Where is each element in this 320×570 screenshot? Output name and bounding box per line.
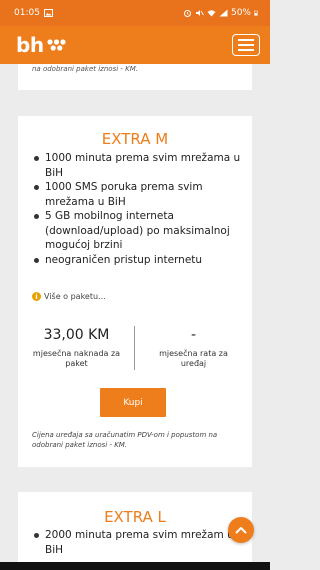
plan-features-list: 1000 minuta prema svim mrežama u BiH 100…	[32, 151, 242, 267]
feature-item: neograničen pristup internetu	[32, 253, 242, 268]
image-notification-icon	[43, 9, 53, 17]
plan-card-extra-m: EXTRA M 1000 minuta prema svim mrežama u…	[18, 116, 252, 467]
menu-bar-3	[238, 49, 254, 51]
more-about-plan-label: Više o paketu...	[44, 292, 106, 301]
bh-telecom-logo[interactable]: bh	[16, 33, 68, 57]
monthly-fee: 33,00 KM mjesečna naknada za paket	[18, 324, 135, 369]
battery-icon	[254, 10, 258, 16]
menu-bar-1	[238, 39, 254, 41]
buy-button[interactable]: Kupi	[100, 388, 166, 417]
monthly-fee-value: 33,00 KM	[43, 327, 110, 343]
feature-item: 1000 minuta prema svim mrežama u BiH	[32, 151, 242, 180]
feature-item: 2000 minuta prema svim mrežam u BiH	[32, 528, 242, 557]
feature-item: 1000 SMS poruka prema svim mrežama u BiH	[32, 180, 242, 209]
logo-text: bh	[16, 33, 44, 57]
battery-percentage: 50%	[230, 8, 251, 18]
plan-card-previous: na odobrani paket iznosi - KM.	[18, 64, 252, 90]
system-navigation-bar	[0, 562, 270, 570]
plan-card-extra-l: EXTRA L 2000 minuta prema svim mrežam u …	[18, 492, 252, 570]
app-header: bh	[0, 26, 270, 64]
info-icon: i	[32, 292, 41, 301]
mute-icon	[195, 10, 204, 16]
price-note: na odobrani paket iznosi - KM.	[32, 65, 139, 73]
status-bar: 01:05 50%	[0, 0, 270, 26]
plan-title: EXTRA M	[101, 130, 169, 148]
chevron-up-icon	[235, 527, 247, 534]
monthly-fee-label: mjesečna naknada za paket	[32, 349, 121, 368]
wifi-icon	[207, 10, 216, 17]
alarm-icon	[183, 10, 191, 17]
more-about-plan-link[interactable]: i Više o paketu...	[32, 292, 106, 301]
price-row: 33,00 KM mjesečna naknada za paket - mje…	[18, 324, 252, 380]
scroll-to-top-button[interactable]	[228, 517, 254, 543]
installment-value: -	[190, 327, 197, 343]
hamburger-menu-button[interactable]	[232, 34, 260, 56]
logo-dots-icon	[46, 39, 66, 51]
plan-title: EXTRA L	[104, 508, 166, 526]
price-disclaimer: Cijena uređaja sa uračunatim PDV-om i po…	[32, 431, 218, 449]
menu-bar-2	[238, 44, 254, 46]
status-time: 01:05	[14, 8, 40, 18]
feature-item: 5 GB mobilnog interneta (download/upload…	[32, 209, 242, 253]
device-installment: - mjesečna rata za uređaj	[135, 324, 252, 369]
installment-label: mjesečna rata za uređaj	[159, 349, 228, 368]
signal-icon	[219, 9, 228, 17]
plan-features-list: 2000 minuta prema svim mrežam u BiH	[32, 528, 242, 557]
